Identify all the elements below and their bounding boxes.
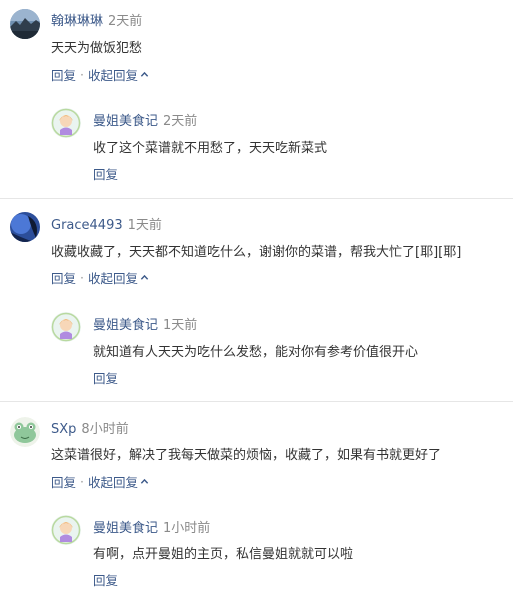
timestamp: 1天前: [127, 218, 162, 233]
chevron-up-icon[interactable]: [140, 477, 149, 486]
collapse-replies-button[interactable]: 收起回复: [88, 268, 138, 287]
divider: [0, 401, 513, 402]
username[interactable]: SXp: [51, 422, 76, 437]
reply-button[interactable]: 回复: [93, 570, 118, 589]
comment-header: Grace4493 1天前: [51, 214, 162, 233]
reply-text: 就知道有人天天为吃什么发愁，能对你有参考价值很开心: [93, 345, 419, 360]
reply-text: 有啊，点开曼姐的主页，私信曼姐就就可以啦: [93, 547, 354, 562]
reply-avatar[interactable]: [51, 312, 81, 342]
cartoon-girl-avatar-image: [51, 312, 81, 342]
reply-header: 曼姐美食记 2天前: [93, 110, 197, 129]
separator: ·: [80, 67, 84, 82]
reply-username[interactable]: 曼姐美食记: [93, 114, 158, 129]
username[interactable]: Grace4493: [51, 218, 123, 233]
collapse-replies-button[interactable]: 收起回复: [88, 65, 138, 84]
reply-actions: 回复: [93, 368, 118, 387]
avatar[interactable]: [10, 212, 40, 242]
reply-timestamp: 1小时前: [163, 521, 211, 536]
comment-actions: 回复 · 收起回复: [51, 268, 149, 287]
reply-actions: 回复: [93, 570, 118, 589]
reply-actions: 回复: [93, 164, 118, 183]
reply-text: 收了这个菜谱就不用愁了，天天吃新菜式: [93, 141, 328, 156]
separator: ·: [80, 270, 84, 285]
avatar[interactable]: [10, 9, 40, 39]
reply-button[interactable]: 回复: [51, 65, 76, 84]
comment-text: 这菜谱很好，解决了我每天做菜的烦恼，收藏了，如果有书就更好了: [51, 448, 442, 463]
chevron-up-icon[interactable]: [140, 70, 149, 79]
reply-avatar[interactable]: [51, 108, 81, 138]
collapse-replies-button[interactable]: 收起回复: [88, 472, 138, 491]
frog-avatar-image: [10, 417, 40, 447]
comment-text: 天天为做饭犯愁: [51, 41, 143, 56]
separator: ·: [80, 474, 84, 489]
avatar[interactable]: [10, 417, 40, 447]
landscape-avatar-image: [10, 9, 40, 39]
comment-actions: 回复 · 收起回复: [51, 65, 149, 84]
reply-button[interactable]: 回复: [93, 368, 118, 387]
reply-button[interactable]: 回复: [93, 164, 118, 183]
dark-blue-avatar-image: [10, 212, 40, 242]
reply-avatar[interactable]: [51, 515, 81, 545]
reply-timestamp: 2天前: [163, 114, 198, 129]
chevron-up-icon[interactable]: [140, 273, 149, 282]
cartoon-girl-avatar-image: [51, 108, 81, 138]
reply-button[interactable]: 回复: [51, 472, 76, 491]
timestamp: 8小时前: [81, 422, 129, 437]
reply-timestamp: 1天前: [163, 318, 198, 333]
reply-header: 曼姐美食记 1小时前: [93, 517, 210, 536]
timestamp: 2天前: [108, 14, 143, 29]
comment-text: 收藏收藏了，天天都不知道吃什么，谢谢你的菜谱，帮我大忙了[耶][耶]: [51, 245, 462, 260]
reply-username[interactable]: 曼姐美食记: [93, 521, 158, 536]
reply-button[interactable]: 回复: [51, 268, 76, 287]
comment-header: 翰琳琳琳 2天前: [51, 10, 142, 29]
username[interactable]: 翰琳琳琳: [51, 14, 103, 29]
cartoon-girl-avatar-image: [51, 515, 81, 545]
reply-header: 曼姐美食记 1天前: [93, 314, 197, 333]
divider: [0, 198, 513, 199]
reply-username[interactable]: 曼姐美食记: [93, 318, 158, 333]
comment-header: SXp 8小时前: [51, 418, 129, 437]
comment-actions: 回复 · 收起回复: [51, 472, 149, 491]
